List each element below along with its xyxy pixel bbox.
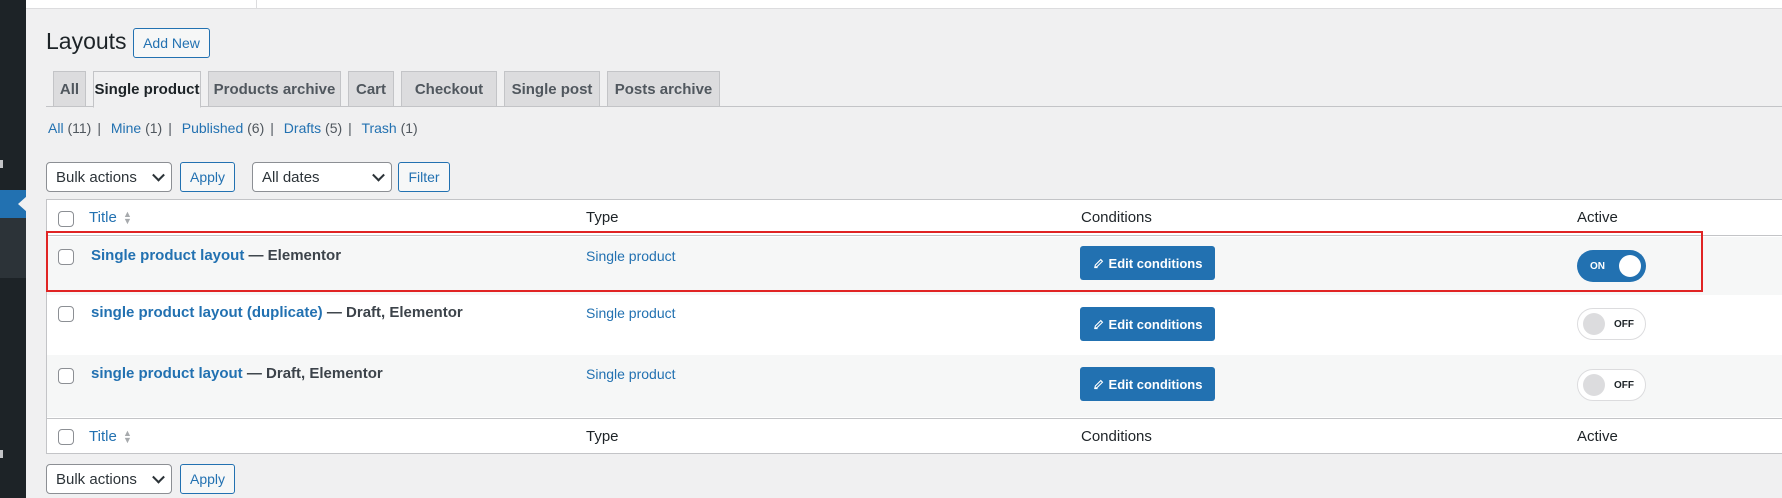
filter-button[interactable]: Filter: [398, 162, 450, 192]
edit-conditions-label: Edit conditions: [1108, 376, 1203, 392]
conditions-column-header: Conditions: [1081, 209, 1152, 226]
chevron-down-icon: [152, 470, 165, 484]
view-published-link[interactable]: Published: [182, 120, 244, 136]
menu-label-fragment: [0, 450, 3, 458]
conditions-column-footer: Conditions: [1081, 428, 1152, 445]
current-menu-arrow-icon: [18, 196, 27, 212]
active-column-footer: Active: [1577, 428, 1618, 445]
edit-conditions-label: Edit conditions: [1108, 255, 1203, 271]
title-column-header[interactable]: Title: [89, 209, 117, 226]
view-trash-link[interactable]: Trash: [361, 120, 396, 136]
edit-conditions-button[interactable]: Edit conditions: [1080, 246, 1215, 280]
apply-button[interactable]: Apply: [180, 162, 235, 192]
toggle-knob: [1583, 313, 1605, 335]
edit-conditions-button[interactable]: Edit conditions: [1080, 307, 1215, 341]
row-state: — Elementor: [244, 247, 342, 264]
tab-single-product[interactable]: Single product: [93, 71, 201, 108]
page-title: Layouts: [46, 28, 127, 54]
table-row: single product layout — Draft, Elementor…: [47, 355, 1782, 417]
row-type-link[interactable]: Single product: [586, 366, 676, 382]
pencil-icon: [1093, 258, 1103, 268]
chevron-down-icon: [152, 168, 165, 182]
layout-tabs: All Single product Products archive Cart…: [46, 71, 1782, 108]
view-all-link[interactable]: All: [48, 120, 64, 136]
row-type-link[interactable]: Single product: [586, 248, 676, 264]
edit-conditions-label: Edit conditions: [1108, 316, 1203, 332]
tab-posts-archive[interactable]: Posts archive: [607, 71, 720, 107]
layouts-table: Title ▲ ▼ Type Conditions Active Single p…: [46, 199, 1782, 454]
row-title-link[interactable]: Single product layout: [91, 247, 244, 264]
view-all-count: (11): [67, 120, 92, 136]
bulk-actions-value: Bulk actions: [56, 168, 137, 186]
sort-icon[interactable]: ▲ ▼: [123, 429, 132, 445]
row-title-link[interactable]: single product layout (duplicate): [91, 304, 323, 321]
tab-single-post[interactable]: Single post: [504, 71, 600, 107]
edit-conditions-button[interactable]: Edit conditions: [1080, 367, 1215, 401]
apply-button-bottom[interactable]: Apply: [180, 464, 235, 494]
active-toggle[interactable]: OFF: [1577, 308, 1646, 340]
toggle-knob: [1619, 255, 1641, 277]
row-checkbox[interactable]: [58, 368, 74, 384]
table-row: Single product layout — Elementor Single…: [47, 237, 1782, 295]
row-title-link[interactable]: single product layout: [91, 365, 243, 382]
dates-value: All dates: [262, 168, 320, 186]
toggle-label: ON: [1590, 260, 1605, 272]
toggle-label: OFF: [1614, 318, 1634, 330]
toggle-knob: [1583, 374, 1605, 396]
row-state: — Draft, Elementor: [322, 304, 463, 321]
table-header: Title ▲ ▼ Type Conditions Active: [47, 200, 1782, 236]
type-column-header: Type: [586, 209, 619, 226]
active-toggle[interactable]: ON: [1577, 250, 1646, 282]
table-row: single product layout (duplicate) — Draf…: [47, 295, 1782, 355]
type-column-footer: Type: [586, 428, 619, 445]
title-column-footer[interactable]: Title: [89, 428, 117, 445]
tab-checkout[interactable]: Checkout: [401, 71, 497, 107]
bulk-actions-select-bottom[interactable]: Bulk actions: [46, 464, 172, 494]
status-views: All (11) | Mine (1) | Published (6) | Draft…: [48, 120, 418, 136]
active-toggle[interactable]: OFF: [1577, 369, 1646, 401]
select-all-checkbox[interactable]: [58, 211, 74, 227]
admin-sidebar: [0, 0, 27, 498]
tab-all[interactable]: All: [53, 71, 86, 107]
bulk-actions-select[interactable]: Bulk actions: [46, 162, 172, 192]
tab-cart[interactable]: Cart: [348, 71, 394, 107]
pencil-icon: [1093, 319, 1103, 329]
view-drafts-count: (5): [325, 120, 343, 136]
row-type-link[interactable]: Single product: [586, 305, 676, 321]
select-all-checkbox-footer[interactable]: [58, 429, 74, 445]
view-trash-count: (1): [400, 120, 418, 136]
toggle-label: OFF: [1614, 379, 1634, 391]
view-mine-count: (1): [145, 120, 163, 136]
row-state: — Draft, Elementor: [242, 365, 383, 382]
add-new-button[interactable]: Add New: [133, 28, 210, 58]
tab-products-archive[interactable]: Products archive: [208, 71, 341, 107]
chevron-down-icon: [372, 168, 385, 182]
row-checkbox[interactable]: [58, 306, 74, 322]
menu-label-fragment: [0, 160, 3, 168]
sort-icon[interactable]: ▲ ▼: [123, 210, 132, 226]
view-published-count: (6): [247, 120, 265, 136]
row-title: Single product layout — Elementor: [91, 247, 341, 264]
divider: [256, 0, 257, 9]
submenu-area[interactable]: [0, 218, 26, 278]
table-footer: Title ▲ ▼ Type Conditions Active: [47, 418, 1782, 455]
dates-select[interactable]: All dates: [252, 162, 392, 192]
active-column-header: Active: [1577, 209, 1618, 226]
view-mine-link[interactable]: Mine: [111, 120, 141, 136]
bulk-actions-value: Bulk actions: [56, 470, 137, 488]
pencil-icon: [1093, 379, 1103, 389]
row-title: single product layout (duplicate) — Draf…: [91, 304, 463, 321]
top-strip: [26, 0, 1782, 9]
row-checkbox[interactable]: [58, 249, 74, 265]
view-drafts-link[interactable]: Drafts: [284, 120, 321, 136]
row-title: single product layout — Draft, Elementor: [91, 365, 383, 382]
